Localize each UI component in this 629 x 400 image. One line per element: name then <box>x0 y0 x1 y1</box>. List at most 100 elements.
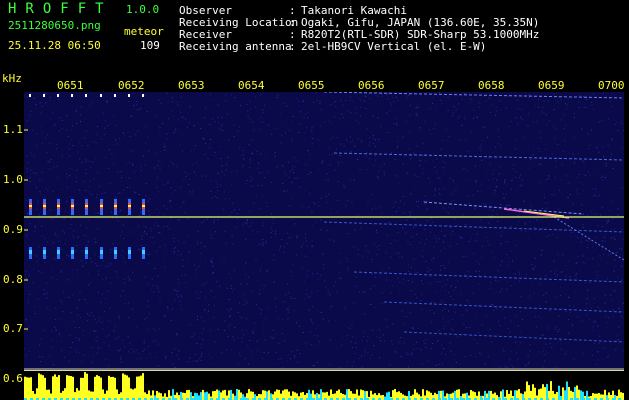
noise-speck <box>520 296 522 298</box>
noise-speck <box>515 244 517 246</box>
noise-speck <box>121 231 123 233</box>
noise-speck <box>89 167 91 169</box>
noise-speck <box>551 346 553 348</box>
noise-speck <box>436 291 438 293</box>
noise-speck <box>216 186 218 188</box>
histogram-bar <box>148 390 150 400</box>
noise-speck <box>473 253 474 255</box>
noise-speck <box>94 318 96 320</box>
noise-speck <box>234 327 236 328</box>
noise-speck <box>263 352 265 354</box>
noise-speck <box>575 273 577 275</box>
noise-speck <box>365 108 367 109</box>
noise-speck <box>611 299 613 301</box>
noise-speck <box>563 128 565 130</box>
noise-speck <box>541 111 543 113</box>
noise-speck <box>283 191 285 192</box>
noise-speck <box>28 299 30 301</box>
noise-speck <box>195 269 197 271</box>
time-tick: 0700 <box>598 79 625 92</box>
noise-speck <box>600 119 602 121</box>
histogram-bar <box>118 394 120 400</box>
noise-speck <box>187 235 189 237</box>
noise-speck <box>584 262 586 264</box>
noise-speck <box>181 116 183 118</box>
noise-speck <box>121 177 123 179</box>
noise-speck <box>338 161 340 163</box>
noise-speck <box>515 139 517 141</box>
noise-speck <box>95 330 97 332</box>
noise-speck <box>226 309 228 310</box>
noise-speck <box>534 227 536 229</box>
noise-speck <box>399 255 400 257</box>
noise-speck <box>210 191 212 192</box>
noise-speck <box>473 109 475 111</box>
noise-speck <box>524 266 526 268</box>
noise-speck <box>501 288 503 290</box>
noise-speck <box>447 96 449 98</box>
noise-speck <box>579 269 580 271</box>
noise-speck <box>211 179 213 181</box>
noise-speck <box>159 246 161 248</box>
noise-speck <box>422 168 424 170</box>
noise-speck <box>436 281 438 283</box>
noise-speck <box>144 339 145 341</box>
noise-speck <box>542 334 544 336</box>
histogram-bar <box>76 388 78 400</box>
noise-speck <box>412 281 414 283</box>
noise-speck <box>422 283 424 285</box>
noise-speck <box>294 356 296 358</box>
noise-speck <box>342 117 344 118</box>
noise-speck <box>410 244 412 245</box>
noise-speck <box>384 340 385 342</box>
noise-speck <box>529 164 531 166</box>
noise-speck <box>144 230 146 232</box>
noise-speck <box>96 336 98 338</box>
noise-speck <box>289 130 290 131</box>
noise-speck <box>604 246 606 248</box>
noise-speck <box>362 366 363 368</box>
noise-speck <box>337 164 339 166</box>
noise-speck <box>331 154 333 156</box>
noise-speck <box>558 208 559 210</box>
noise-speck <box>561 164 563 166</box>
noise-speck <box>381 212 383 214</box>
noise-speck <box>273 217 275 219</box>
noise-speck <box>250 139 252 141</box>
noise-speck <box>448 154 450 156</box>
noise-speck <box>122 339 124 341</box>
noise-speck <box>562 271 564 273</box>
noise-speck <box>479 271 480 272</box>
histogram-bar <box>484 390 486 400</box>
noise-speck <box>450 350 452 352</box>
histogram-bar <box>26 377 28 400</box>
meteor-echoes <box>29 94 145 259</box>
noise-speck <box>594 195 596 197</box>
noise-speck <box>214 341 216 343</box>
noise-speck <box>195 145 197 147</box>
spectrogram[interactable] <box>24 92 624 370</box>
noise-speck <box>29 177 31 179</box>
noise-speck <box>495 146 496 148</box>
noise-speck <box>148 305 149 307</box>
noise-speck <box>452 114 453 116</box>
noise-speck <box>256 151 258 153</box>
noise-speck <box>26 120 28 122</box>
noise-speck <box>528 362 529 364</box>
noise-speck <box>391 97 393 99</box>
noise-speck <box>471 285 473 287</box>
noise-speck <box>202 338 204 340</box>
noise-speck <box>539 162 541 164</box>
noise-speck <box>422 256 424 258</box>
noise-speck <box>549 342 551 344</box>
noise-speck <box>580 241 582 243</box>
noise-speck <box>178 358 180 360</box>
noise-speck <box>283 189 285 191</box>
noise-speck <box>91 194 93 196</box>
noise-speck <box>335 319 337 321</box>
noise-speck <box>434 166 436 168</box>
noise-speck <box>158 343 160 345</box>
noise-speck <box>409 311 411 313</box>
noise-speck <box>117 171 119 173</box>
noise-speck <box>154 167 156 169</box>
